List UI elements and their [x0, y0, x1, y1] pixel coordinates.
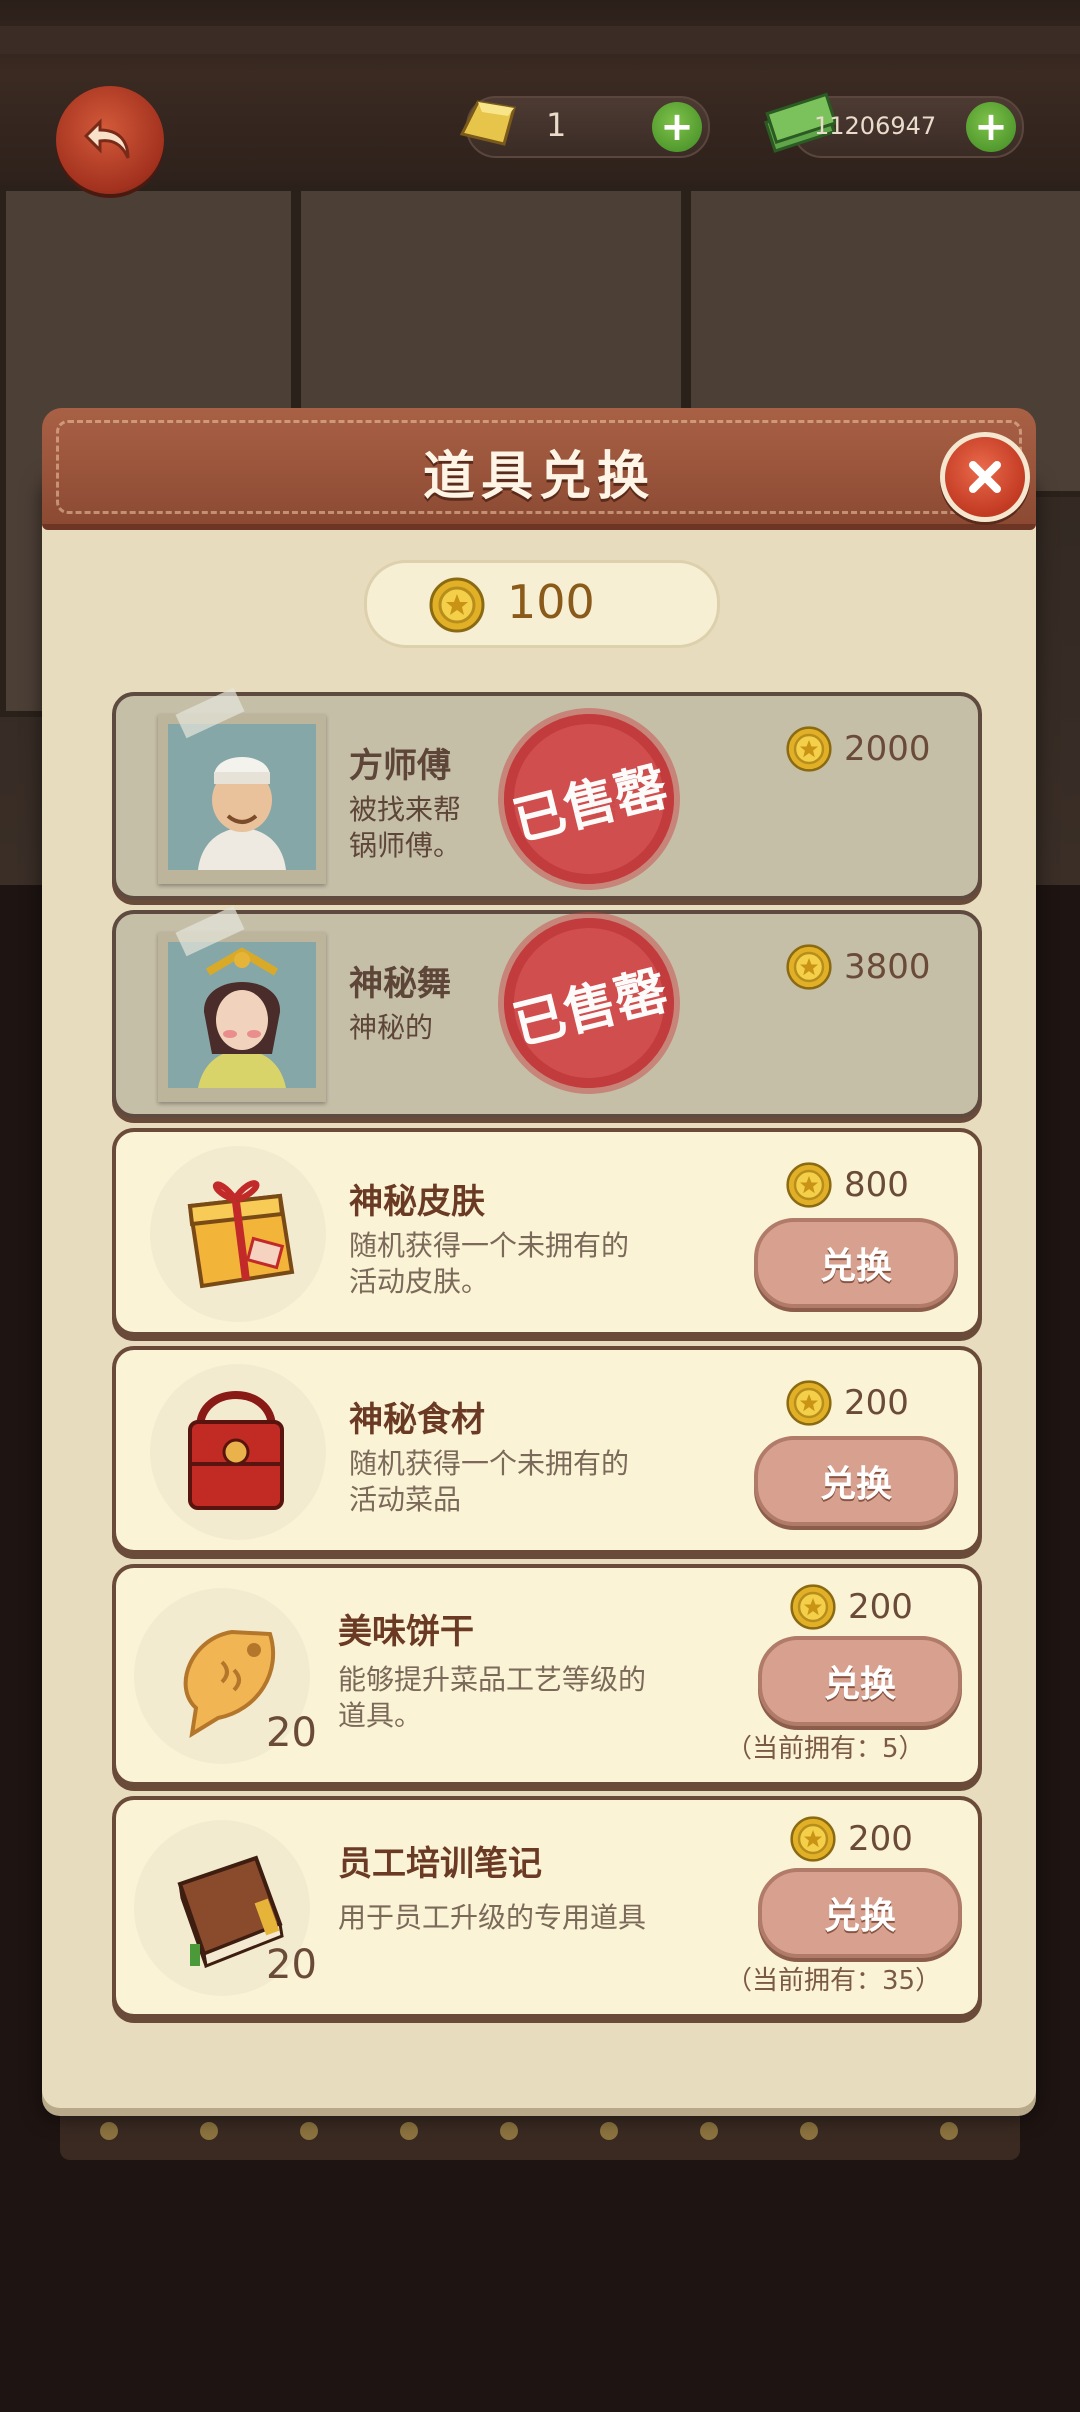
- gold-bar-value: 1: [546, 106, 567, 144]
- exchange-button[interactable]: 兑换: [758, 1636, 962, 1726]
- item-description: 随机获得一个未拥有的 活动菜品: [349, 1446, 689, 1518]
- item-name: 方师傅: [349, 746, 451, 786]
- item-card-mystery-dancer: 神秘舞 神秘的 3800 已售罄: [112, 899, 982, 1118]
- coin-icon: [786, 1162, 832, 1208]
- coin-icon: [429, 577, 485, 633]
- item-price: 200: [790, 1584, 913, 1630]
- item-description-line2: 锅师傅。: [349, 829, 462, 862]
- item-price: 2000: [786, 726, 931, 772]
- rail-stud: [800, 2122, 818, 2140]
- add-cash-button[interactable]: +: [966, 102, 1016, 152]
- dialog-title: 道具兑换: [422, 447, 655, 507]
- item-description-line1: 被找来帮: [349, 793, 462, 826]
- coin-icon: [786, 944, 832, 990]
- food-box-icon: [188, 1391, 284, 1510]
- item-description-line1: 随机获得一个未拥有的: [349, 1447, 630, 1480]
- item-description: 随机获得一个未拥有的 活动皮肤。: [349, 1228, 689, 1300]
- counter-rail: [60, 2100, 1020, 2160]
- sold-out-text: 已售罄: [507, 756, 674, 853]
- top-stripe: [0, 26, 1080, 54]
- owned-count: （当前拥有：5）: [726, 1734, 925, 1764]
- item-thumbnail-frame: [158, 687, 326, 884]
- item-price: 200: [790, 1816, 913, 1862]
- item-price-value: 2000: [844, 729, 931, 769]
- rail-stud: [400, 2122, 418, 2140]
- sold-out-stamp: 已售罄: [485, 899, 693, 1107]
- chef-portrait: [168, 724, 316, 870]
- close-button[interactable]: [940, 432, 1030, 522]
- item-description-line2: 活动皮肤。: [349, 1265, 490, 1298]
- rail-stud: [600, 2122, 618, 2140]
- item-description-line2: 道具。: [338, 1699, 423, 1732]
- gift-box-icon: [187, 1180, 295, 1289]
- rail-stud: [940, 2122, 958, 2140]
- item-name: 神秘食材: [349, 1400, 485, 1440]
- owned-count: （当前拥有：35）: [726, 1966, 942, 1996]
- item-card-biscuit: 20 美味饼干 能够提升菜品工艺等级的 道具。 200 兑换 （当前拥有：5）: [112, 1564, 982, 1786]
- rail-stud: [300, 2122, 318, 2140]
- rail-stud: [500, 2122, 518, 2140]
- item-card-mystery-ingredient: 神秘食材 随机获得一个未拥有的 活动菜品 200 兑换: [112, 1346, 982, 1554]
- exchange-dialog: 道具兑换 100 方师傅 被找来帮 锅师傅。 2000 已售罄 神秘舞 神秘的 …: [42, 408, 1036, 2108]
- coin-icon: [790, 1816, 836, 1862]
- cash-value: 11206947: [814, 112, 937, 140]
- item-price-value: 200: [848, 1819, 913, 1859]
- item-thumbnail-frame: [158, 905, 326, 1102]
- rail-stud: [700, 2122, 718, 2140]
- item-card-mystery-skin: 神秘皮肤 随机获得一个未拥有的 活动皮肤。 800 兑换: [112, 1128, 982, 1336]
- item-name: 员工培训笔记: [338, 1844, 542, 1884]
- dancer-icon: [168, 942, 316, 1088]
- exchange-button[interactable]: 兑换: [754, 1218, 958, 1308]
- back-button[interactable]: [56, 86, 164, 194]
- item-name: 神秘舞: [349, 964, 451, 1004]
- item-description-line1: 能够提升菜品工艺等级的: [338, 1663, 647, 1696]
- item-name: 美味饼干: [338, 1612, 474, 1652]
- close-icon: [969, 461, 1001, 493]
- coin-icon: [790, 1584, 836, 1630]
- item-quantity: 20: [266, 1942, 317, 1988]
- item-price: 200: [786, 1380, 909, 1426]
- back-arrow-icon: [83, 118, 130, 159]
- item-price: 800: [786, 1162, 909, 1208]
- item-description: 用于员工升级的专用道具: [338, 1901, 647, 1934]
- exchange-button[interactable]: 兑换: [758, 1868, 962, 1958]
- item-price-value: 3800: [844, 947, 931, 987]
- item-price-value: 200: [848, 1587, 913, 1627]
- item-quantity: 20: [266, 1710, 317, 1756]
- item-card-chef-fang: 方师傅 被找来帮 端 锅师傅。 2000 已售罄: [112, 687, 982, 903]
- item-name: 神秘皮肤: [349, 1182, 485, 1222]
- rail-stud: [100, 2122, 118, 2140]
- exchange-button[interactable]: 兑换: [754, 1436, 958, 1526]
- coin-balance: 100: [364, 560, 720, 648]
- item-price-value: 200: [844, 1383, 909, 1423]
- cash-counter: 11206947 +: [763, 92, 1024, 158]
- rail-stud: [200, 2122, 218, 2140]
- gold-bar-icon: [459, 100, 516, 146]
- item-price: 3800: [786, 944, 931, 990]
- sold-out-text: 已售罄: [507, 960, 674, 1057]
- dancer-portrait: [168, 942, 316, 1088]
- gold-bar-counter: 1 +: [459, 96, 710, 158]
- balance-value: 100: [507, 575, 595, 629]
- item-card-training-notes: 20 员工培训笔记 用于员工升级的专用道具 200 兑换 （当前拥有：35）: [112, 1796, 982, 2018]
- item-description: 能够提升菜品工艺等级的 道具。: [338, 1662, 698, 1734]
- add-gold-bar-button[interactable]: +: [652, 102, 702, 152]
- item-description-line2: 活动菜品: [349, 1483, 462, 1516]
- item-price-value: 800: [844, 1165, 909, 1205]
- chef-icon: [168, 724, 316, 870]
- item-description-line1: 随机获得一个未拥有的: [349, 1229, 630, 1262]
- coin-icon: [786, 726, 832, 772]
- coin-icon: [786, 1380, 832, 1426]
- sold-out-stamp: 已售罄: [485, 695, 693, 903]
- dialog-header: 道具兑换: [42, 408, 1036, 530]
